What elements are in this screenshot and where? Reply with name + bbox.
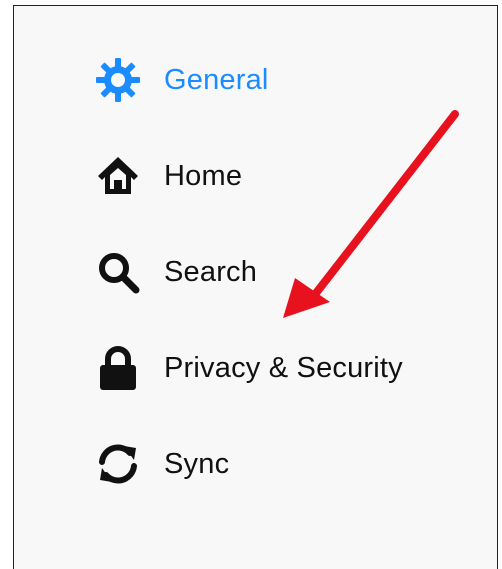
sidebar-item-label: Sync xyxy=(164,447,230,480)
sidebar-item-search[interactable]: Search xyxy=(94,248,454,296)
sidebar-nav: General Home Search Privacy & Security S… xyxy=(94,56,454,536)
search-icon xyxy=(94,248,144,296)
sidebar-item-label: Privacy & Security xyxy=(164,351,403,384)
sidebar-item-label: Home xyxy=(164,159,243,192)
sidebar-item-sync[interactable]: Sync xyxy=(94,440,454,488)
sidebar-item-label: General xyxy=(164,63,269,96)
sidebar-item-home[interactable]: Home xyxy=(94,152,454,200)
lock-icon xyxy=(94,344,144,392)
preferences-sidebar-panel: General Home Search Privacy & Security S… xyxy=(13,5,498,569)
sync-icon xyxy=(94,440,144,488)
gear-icon xyxy=(94,56,144,104)
sidebar-item-label: Search xyxy=(164,255,258,288)
sidebar-item-general[interactable]: General xyxy=(94,56,454,104)
home-icon xyxy=(94,152,144,200)
sidebar-item-privacy-security[interactable]: Privacy & Security xyxy=(94,344,454,392)
